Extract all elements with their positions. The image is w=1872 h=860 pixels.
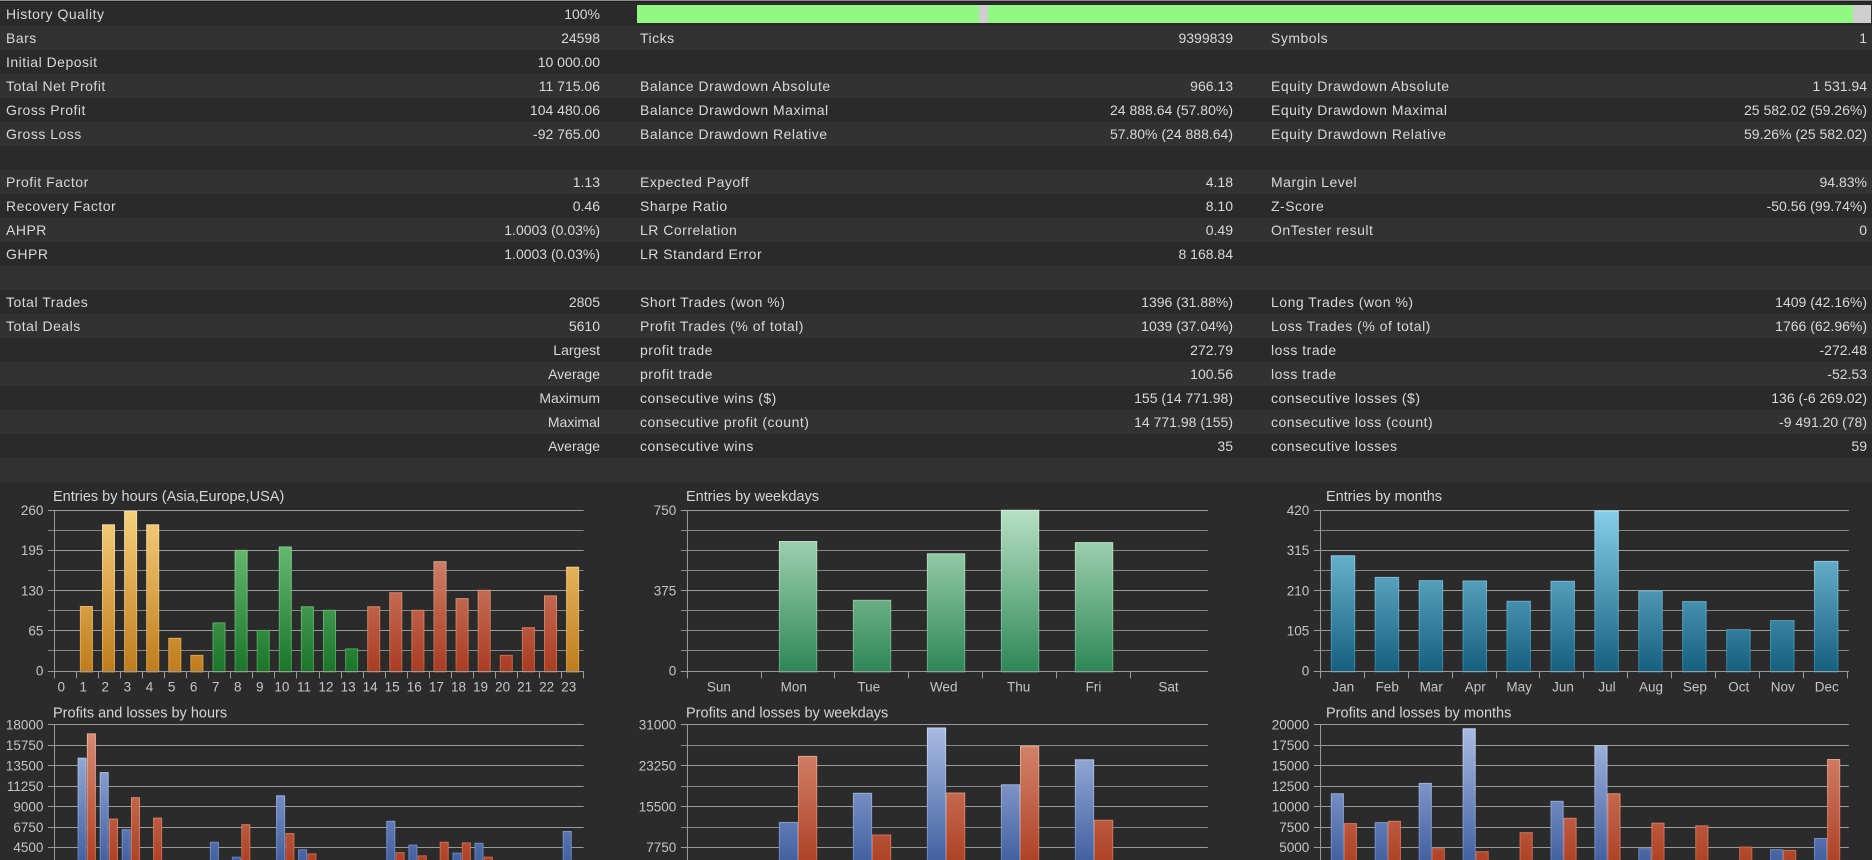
svg-text:Sat: Sat [1158, 679, 1179, 694]
svg-text:Mar: Mar [1420, 679, 1444, 694]
svg-text:7750: 7750 [646, 840, 676, 855]
svg-text:23: 23 [561, 679, 576, 694]
svg-text:Nov: Nov [1771, 679, 1795, 694]
svg-text:7: 7 [212, 679, 220, 694]
svg-text:10000: 10000 [1272, 799, 1310, 814]
svg-text:17500: 17500 [1272, 738, 1310, 753]
svg-text:19: 19 [473, 679, 488, 694]
svg-text:12500: 12500 [1272, 779, 1310, 794]
svg-text:Wed: Wed [930, 679, 958, 694]
svg-text:4: 4 [146, 679, 154, 694]
svg-text:420: 420 [1287, 503, 1310, 518]
svg-text:Profits and losses by hours: Profits and losses by hours [53, 706, 227, 722]
svg-text:260: 260 [21, 503, 44, 518]
svg-text:18000: 18000 [6, 718, 44, 733]
svg-text:195: 195 [21, 543, 44, 558]
svg-text:Jan: Jan [1332, 679, 1354, 694]
svg-text:3: 3 [124, 679, 132, 694]
svg-text:1: 1 [80, 679, 88, 694]
svg-text:13500: 13500 [6, 758, 44, 773]
svg-text:Jul: Jul [1598, 679, 1615, 694]
svg-text:9: 9 [256, 679, 264, 694]
svg-text:Fri: Fri [1086, 679, 1102, 694]
svg-text:23250: 23250 [639, 758, 677, 773]
svg-text:20: 20 [495, 679, 510, 694]
svg-text:12: 12 [318, 679, 333, 694]
svg-text:315: 315 [1287, 543, 1310, 558]
svg-text:0: 0 [57, 679, 65, 694]
svg-text:Entries by weekdays: Entries by weekdays [686, 489, 819, 505]
svg-text:130: 130 [21, 583, 44, 598]
svg-text:Oct: Oct [1728, 679, 1749, 694]
svg-text:6750: 6750 [13, 820, 43, 835]
svg-text:11250: 11250 [7, 779, 44, 794]
svg-text:2: 2 [102, 679, 110, 694]
svg-text:105: 105 [1287, 624, 1310, 639]
svg-text:210: 210 [1287, 583, 1310, 598]
svg-text:13: 13 [341, 679, 356, 694]
svg-text:0: 0 [1302, 664, 1310, 679]
svg-text:Sep: Sep [1683, 679, 1707, 694]
svg-text:Jun: Jun [1552, 679, 1574, 694]
svg-text:10: 10 [274, 679, 289, 694]
svg-text:Profits and losses by weekdays: Profits and losses by weekdays [686, 706, 888, 722]
svg-text:16: 16 [407, 679, 422, 694]
svg-text:0: 0 [36, 664, 44, 679]
svg-text:15500: 15500 [639, 799, 677, 814]
svg-text:20000: 20000 [1272, 718, 1310, 733]
svg-text:Sun: Sun [707, 679, 731, 694]
svg-text:May: May [1506, 679, 1532, 694]
svg-text:Feb: Feb [1376, 679, 1399, 694]
svg-text:Entries by hours (Asia,Europe,: Entries by hours (Asia,Europe,USA) [53, 489, 284, 505]
svg-text:9000: 9000 [13, 799, 43, 814]
svg-text:15: 15 [385, 679, 400, 694]
svg-text:0: 0 [669, 664, 677, 679]
svg-text:Thu: Thu [1007, 679, 1030, 694]
svg-text:22: 22 [539, 679, 554, 694]
svg-text:18: 18 [451, 679, 466, 694]
svg-text:17: 17 [429, 679, 444, 694]
svg-text:4500: 4500 [13, 840, 43, 855]
svg-text:11: 11 [297, 679, 311, 694]
svg-text:Tue: Tue [857, 679, 880, 694]
svg-text:Entries by months: Entries by months [1326, 489, 1442, 505]
svg-text:14: 14 [363, 679, 379, 694]
svg-text:31000: 31000 [639, 718, 677, 733]
svg-text:375: 375 [654, 583, 677, 598]
svg-text:6: 6 [190, 679, 198, 694]
svg-text:21: 21 [517, 679, 532, 694]
svg-text:7500: 7500 [1279, 820, 1309, 835]
svg-text:Mon: Mon [781, 679, 807, 694]
svg-text:750: 750 [654, 503, 677, 518]
svg-text:Dec: Dec [1815, 679, 1839, 694]
svg-text:Aug: Aug [1639, 679, 1663, 694]
svg-text:5: 5 [168, 679, 176, 694]
svg-text:Profits and losses by months: Profits and losses by months [1326, 706, 1511, 722]
svg-text:5000: 5000 [1279, 840, 1309, 855]
svg-text:8: 8 [234, 679, 242, 694]
svg-text:15750: 15750 [6, 738, 44, 753]
svg-text:15000: 15000 [1272, 758, 1310, 773]
svg-text:Apr: Apr [1465, 679, 1487, 694]
svg-text:65: 65 [28, 624, 43, 639]
